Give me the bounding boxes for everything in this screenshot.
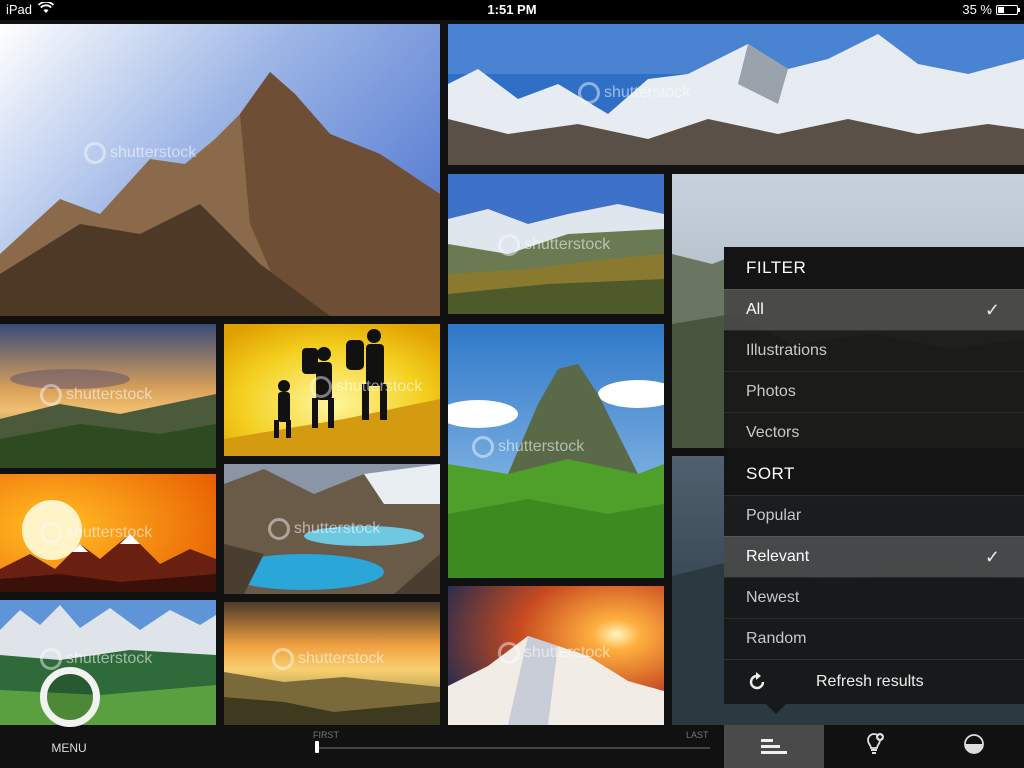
tab-lightbox[interactable] (824, 725, 924, 768)
sort-option-random[interactable]: Random (724, 618, 1024, 659)
watermark-text: shutterstock (110, 144, 197, 161)
image-tile-hikers-silhouette[interactable]: shutterstock (224, 324, 440, 456)
sort-option-popular[interactable]: Popular (724, 495, 1024, 536)
sort-option-relevant[interactable]: Relevant ✓ (724, 536, 1024, 577)
watermark-text: shutterstock (604, 84, 691, 101)
shutterstock-logo-icon (310, 376, 332, 398)
filter-option-label: Vectors (746, 424, 800, 441)
shutterstock-logo-icon (472, 436, 494, 458)
sort-header: SORT (724, 453, 1024, 495)
checkmark-icon: ✓ (984, 300, 1000, 320)
shutterstock-logo-icon (40, 522, 62, 544)
watermark-text: shutterstock (498, 438, 585, 455)
shutterstock-logo-icon (498, 234, 520, 256)
filter-option-illustrations[interactable]: Illustrations (724, 330, 1024, 371)
watermark-text: shutterstock (66, 524, 153, 541)
battery-percent: 35 % (962, 2, 992, 17)
shutterstock-logo-icon (40, 648, 62, 670)
sort-option-label: Random (746, 630, 807, 647)
sort-option-newest[interactable]: Newest (724, 577, 1024, 618)
shutterstock-logo-icon (578, 82, 600, 104)
filter-option-photos[interactable]: Photos (724, 371, 1024, 412)
image-tile-sunset-hills[interactable]: shutterstock (0, 324, 216, 468)
watermark-text: shutterstock (524, 644, 611, 661)
menu-label: MENU (51, 741, 87, 755)
watermark-text: shutterstock (298, 650, 385, 667)
status-time: 1:51 PM (487, 2, 537, 17)
sort-option-label: Relevant (746, 548, 810, 565)
filter-option-label: All (746, 301, 764, 318)
watermark-text: shutterstock (524, 236, 611, 253)
tab-display-mode[interactable] (924, 725, 1024, 768)
image-tile-turquoise-lake[interactable]: shutterstock (224, 464, 440, 594)
filter-option-label: Illustrations (746, 342, 827, 359)
image-tile-alpine-valley[interactable]: shutterstock (448, 174, 664, 314)
filter-sort-panel: FILTER All ✓ Illustrations Photos Vector… (724, 247, 1024, 714)
shutterstock-logo-icon (272, 648, 294, 670)
filter-option-vectors[interactable]: Vectors (724, 412, 1024, 453)
tab-filter-sort[interactable] (724, 725, 824, 768)
watermark-text: shutterstock (294, 520, 381, 537)
sort-option-label: Newest (746, 589, 800, 606)
watermark-text: shutterstock (66, 386, 153, 403)
menu-button[interactable] (40, 667, 100, 727)
refresh-icon (746, 660, 768, 708)
scrubber-last-label: LAST (686, 730, 709, 740)
sort-option-label: Popular (746, 507, 802, 524)
image-tile-green-peak[interactable]: shutterstock (448, 324, 664, 578)
image-tile-orange-sunset-vector[interactable]: shutterstock (0, 474, 216, 592)
shutterstock-logo-icon (84, 142, 106, 164)
half-circle-icon (963, 733, 985, 760)
page-scrubber-thumb[interactable] (315, 741, 319, 753)
sort-lines-icon (761, 738, 787, 755)
filter-option-all[interactable]: All ✓ (724, 289, 1024, 330)
image-tile-snowy-range[interactable]: shutterstock (448, 24, 1024, 165)
refresh-results-button[interactable]: Refresh results (724, 659, 1024, 704)
filter-header: FILTER (724, 247, 1024, 289)
refresh-results-label: Refresh results (816, 673, 924, 690)
filter-option-label: Photos (746, 383, 796, 400)
page-scrubber-track[interactable] (317, 747, 710, 749)
status-bar: iPad 1:51 PM 35 % (0, 0, 1024, 20)
shutterstock-logo-icon (498, 642, 520, 664)
checkmark-icon: ✓ (984, 547, 1000, 567)
image-tile-mountain-peak[interactable]: shutterstock (0, 24, 440, 316)
bottom-toolbar: MENU FIRST LAST (0, 667, 1024, 768)
battery-icon (996, 4, 1020, 15)
lightbulb-add-icon (862, 732, 886, 761)
scrubber-first-label: FIRST (313, 730, 339, 740)
watermark-text: shutterstock (336, 378, 423, 395)
image-tile-snowy-peak-sunset[interactable]: shutterstock (448, 586, 664, 725)
shutterstock-logo-icon (40, 384, 62, 406)
image-tile-dolomites-village[interactable]: shutterstock (0, 600, 216, 725)
shutterstock-logo-icon (268, 518, 290, 540)
image-tile-golden-canyon[interactable]: shutterstock (224, 602, 440, 725)
watermark-text: shutterstock (66, 650, 153, 667)
popover-pointer (766, 704, 786, 714)
